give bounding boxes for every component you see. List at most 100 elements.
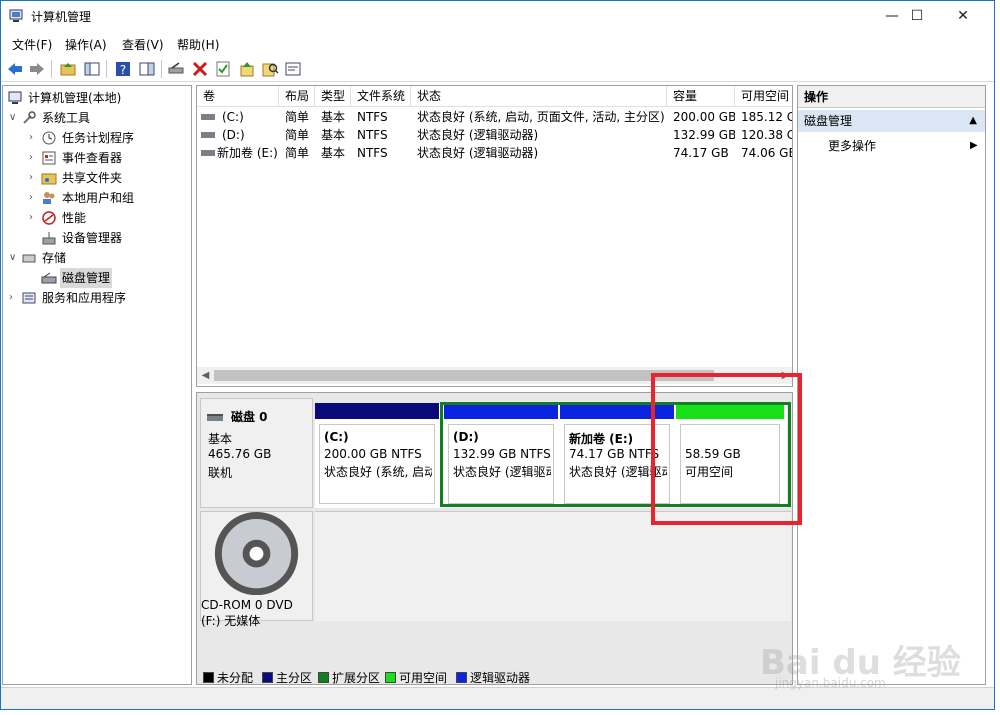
toolbar-separator	[161, 60, 162, 78]
menu-action[interactable]: 操作(A)	[65, 36, 107, 53]
legend-item-unallocated: 未分配	[203, 669, 253, 686]
tree-label: 设备管理器	[62, 231, 123, 245]
cell-volume: 新加卷 (E:)	[217, 146, 278, 160]
delete-icon[interactable]	[191, 60, 209, 78]
actions-section-label: 磁盘管理	[804, 114, 853, 128]
properties-pane-icon[interactable]	[138, 60, 156, 78]
cell-type: 基本	[321, 110, 346, 124]
toolbar-separator	[51, 60, 52, 78]
table-row[interactable]: 新加卷 (E:) 简单 基本 NTFS 状态良好 (逻辑驱动器) 74.17 G…	[197, 144, 792, 162]
table-row[interactable]: (D:) 简单 基本 NTFS 状态良好 (逻辑驱动器) 132.99 GB 1…	[197, 126, 792, 144]
collapse-triangle-icon[interactable]: ▲	[969, 110, 977, 132]
cell-layout: 简单	[285, 128, 310, 142]
expand-chevron-icon[interactable]: ›	[9, 288, 19, 308]
navigation-tree: 计算机管理(本地) ∨ 系统工具 › 任务计划程序 › 事件查看器 › 共享文件…	[2, 85, 192, 685]
search-icon[interactable]	[261, 60, 279, 78]
column-header-volume[interactable]: 卷	[197, 86, 279, 107]
cell-volume: (D:)	[222, 128, 245, 142]
column-header-filesystem[interactable]: 文件系统	[351, 86, 411, 107]
title-bar: 计算机管理 — ☐ ✕	[1, 1, 994, 31]
more-actions-item[interactable]: 更多操作	[828, 136, 876, 156]
actions-header: 操作	[798, 86, 985, 108]
legend-item-primary: 主分区	[262, 669, 312, 686]
more-actions-label: 更多操作	[828, 139, 877, 153]
cell-filesystem: NTFS	[357, 146, 388, 160]
back-icon[interactable]	[6, 60, 24, 78]
volume-list: 卷 布局 类型 文件系统 状态 容量 可用空间 (C:) 简单 基本 NTFS …	[196, 85, 793, 387]
disk0-status: 联机	[208, 466, 233, 480]
collapse-chevron-icon[interactable]: ∨	[9, 248, 19, 268]
legend-item-logical: 逻辑驱动器	[456, 669, 530, 686]
event-log-icon	[42, 151, 56, 165]
submenu-arrow-icon[interactable]: ▶	[970, 136, 978, 156]
disk0-name: 磁盘 0	[231, 410, 268, 424]
partition-box: (C:) 200.00 GB NTFS 状态良好 (系统, 启动	[319, 424, 435, 504]
close-button[interactable]: ✕	[940, 1, 986, 31]
menu-file[interactable]: 文件(F)	[12, 36, 52, 53]
cell-capacity: 132.99 GB	[673, 128, 735, 142]
column-header-capacity[interactable]: 容量	[667, 86, 735, 107]
svg-text:?: ?	[120, 63, 126, 77]
hard-disk-icon	[207, 414, 223, 421]
expand-chevron-icon[interactable]: ›	[29, 188, 39, 208]
disk0-type: 基本	[208, 432, 233, 446]
check-icon[interactable]	[214, 60, 232, 78]
actions-section-disk-management[interactable]: 磁盘管理 ▲	[798, 110, 985, 132]
tree-label: 存储	[42, 251, 67, 265]
expand-chevron-icon[interactable]: ›	[29, 208, 39, 228]
upload-icon[interactable]	[238, 60, 256, 78]
scroll-left-icon[interactable]: ◀	[197, 367, 214, 384]
legend-item-extended: 扩展分区	[318, 669, 380, 686]
column-header-free-space[interactable]: 可用空间	[735, 86, 792, 107]
cell-layout: 简单	[285, 110, 310, 124]
disk0-size: 465.76 GB	[208, 447, 272, 461]
computer-management-icon	[8, 91, 22, 104]
collapse-chevron-icon[interactable]: ∨	[9, 108, 19, 128]
tree-label: 服务和应用程序	[42, 291, 127, 305]
cell-capacity: 200.00 GB	[673, 110, 735, 124]
help-icon[interactable]: ?	[114, 60, 132, 78]
disk0-info[interactable]: 磁盘 0 基本 465.76 GB 联机	[200, 398, 313, 508]
status-bar	[1, 687, 994, 709]
expand-chevron-icon[interactable]: ›	[29, 128, 39, 148]
console-icon[interactable]	[284, 60, 302, 78]
expand-chevron-icon[interactable]: ›	[29, 148, 39, 168]
column-header-layout[interactable]: 布局	[279, 86, 315, 107]
tree-label: 计算机管理(本地)	[28, 91, 122, 105]
partition-size: 200.00 GB NTFS	[324, 447, 422, 461]
cell-filesystem: NTFS	[357, 110, 388, 124]
partition-name: (C:)	[324, 430, 349, 444]
menu-view[interactable]: 查看(V)	[122, 36, 164, 53]
cdrom-status: 无媒体	[224, 614, 261, 629]
forward-icon[interactable]	[28, 60, 46, 78]
table-row[interactable]: (C:) 简单 基本 NTFS 状态良好 (系统, 启动, 页面文件, 活动, …	[197, 108, 793, 126]
show-hide-tree-icon[interactable]	[83, 60, 101, 78]
scrollbar-thumb[interactable]	[214, 370, 714, 381]
column-header-status[interactable]: 状态	[411, 86, 667, 107]
connect-disk-icon[interactable]	[167, 60, 185, 78]
tree-label: 任务计划程序	[62, 131, 135, 145]
actions-pane: 操作 磁盘管理 ▲ 更多操作 ▶	[797, 85, 986, 685]
column-header-type[interactable]: 类型	[315, 86, 351, 107]
tree-label: 磁盘管理	[60, 268, 113, 288]
expand-chevron-icon[interactable]: ›	[29, 168, 39, 188]
tree-label: 共享文件夹	[62, 171, 123, 185]
cdrom-info[interactable]: CD-ROM 0 DVD (F:) 无媒体	[200, 511, 313, 628]
toolbar-separator	[106, 60, 107, 78]
disk-management-icon	[41, 272, 57, 284]
cell-status: 状态良好 (逻辑驱动器)	[417, 128, 539, 142]
maximize-button[interactable]: ☐	[894, 1, 940, 31]
partition-c[interactable]: (C:) 200.00 GB NTFS 状态良好 (系统, 启动	[315, 403, 439, 508]
menu-help[interactable]: 帮助(H)	[177, 36, 219, 53]
cell-status: 状态良好 (系统, 启动, 页面文件, 活动, 主分区)	[417, 110, 665, 124]
up-folder-icon[interactable]	[59, 60, 77, 78]
menu-bar: 文件(F) 操作(A) 查看(V) 帮助(H)	[1, 32, 994, 54]
volume-icon	[201, 132, 215, 138]
cell-free-space: 185.12 G	[741, 110, 793, 124]
cell-type: 基本	[321, 146, 346, 160]
legend-item-free-space: 可用空间	[385, 669, 447, 686]
window-title: 计算机管理	[31, 10, 92, 24]
watermark-url: jingyan.baidu.com	[775, 676, 886, 690]
clock-icon	[42, 131, 56, 145]
computer-management-icon	[9, 9, 23, 22]
